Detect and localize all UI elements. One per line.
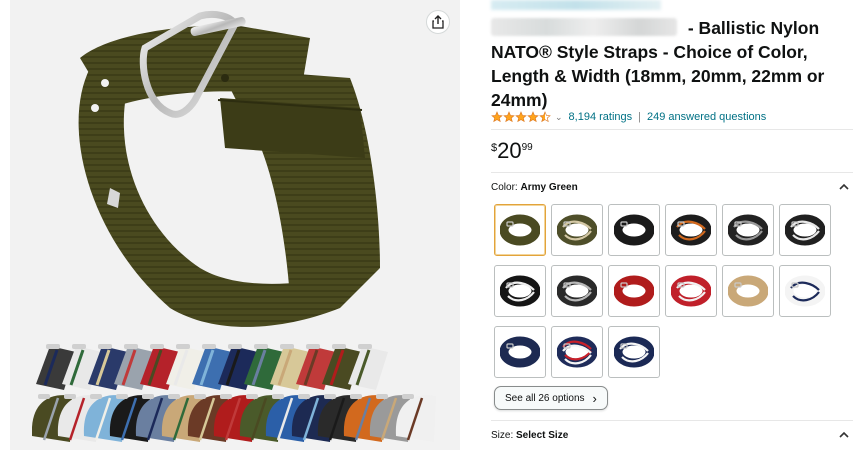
divider <box>491 420 853 421</box>
strap-thumbnail <box>500 275 540 307</box>
strap-thumbnail <box>557 336 597 368</box>
star-icon <box>491 111 503 123</box>
strap-thumbnail <box>671 275 711 307</box>
selected-color: Army Green <box>520 182 578 193</box>
color-swatch[interactable] <box>551 326 603 378</box>
strap-thumbnail <box>785 214 825 246</box>
brand-link-blurred[interactable] <box>491 0 661 10</box>
color-swatch[interactable] <box>494 326 546 378</box>
price-fraction: 99 <box>521 142 533 153</box>
see-all-label: See all 26 options <box>505 392 585 404</box>
color-swatch[interactable] <box>722 204 774 256</box>
chevron-right-icon: › <box>592 390 597 406</box>
share-button[interactable] <box>426 10 450 34</box>
ratings-row: ⌄ 8,194 ratings | 249 answered questions <box>491 111 851 123</box>
star-icon <box>515 111 527 123</box>
strap-thumbnail <box>728 214 768 246</box>
strap-thumbnail <box>614 275 654 307</box>
color-swatch[interactable] <box>608 326 660 378</box>
color-swatch[interactable] <box>722 265 774 317</box>
color-selector-header[interactable]: Color: Army Green <box>491 182 853 193</box>
star-rating[interactable] <box>491 111 551 123</box>
color-swatch[interactable] <box>779 265 831 317</box>
price: $ 20 99 <box>491 138 533 164</box>
size-value: Select Size <box>516 430 569 441</box>
product-title: - Ballistic Nylon NATO® Style Straps - C… <box>491 16 841 112</box>
color-swatch[interactable] <box>494 204 546 256</box>
strap-thumbnail <box>500 336 540 368</box>
chevron-up-icon[interactable] <box>839 181 849 193</box>
star-icon <box>503 111 515 123</box>
strap-thumbnail <box>728 275 768 307</box>
chevron-up-icon[interactable] <box>839 429 849 441</box>
chevron-down-icon[interactable]: ⌄ <box>555 112 563 123</box>
main-product-image <box>78 10 380 327</box>
strap-thumbnail <box>557 275 597 307</box>
price-whole: 20 <box>497 138 522 163</box>
product-image-panel[interactable] <box>10 0 460 450</box>
divider <box>491 172 853 173</box>
color-swatch[interactable] <box>665 265 717 317</box>
color-swatch[interactable] <box>551 265 603 317</box>
title-brand-blurred <box>491 18 677 36</box>
color-collage-image <box>32 344 436 442</box>
color-swatch[interactable] <box>779 204 831 256</box>
strap-thumbnail <box>614 336 654 368</box>
strap-thumbnail <box>785 275 825 307</box>
star-icon <box>527 111 539 123</box>
color-swatch[interactable] <box>551 204 603 256</box>
strap-thumbnail <box>671 214 711 246</box>
color-label: Color: <box>491 182 518 193</box>
color-swatch[interactable] <box>608 204 660 256</box>
size-label: Size: <box>491 430 514 441</box>
strap-thumbnail <box>500 214 540 246</box>
color-swatch[interactable] <box>608 265 660 317</box>
share-icon <box>432 15 444 29</box>
separator: | <box>638 111 642 123</box>
strap-thumbnail <box>557 214 597 246</box>
strap-thumbnail <box>614 214 654 246</box>
color-swatch[interactable] <box>494 265 546 317</box>
answered-questions-link[interactable]: 249 answered questions <box>647 111 766 123</box>
see-all-options-button[interactable]: See all 26 options › <box>494 386 608 410</box>
star-icon <box>539 111 551 123</box>
divider <box>491 129 853 130</box>
ratings-count-link[interactable]: 8,194 ratings <box>569 111 633 123</box>
size-selector-header[interactable]: Size: Select Size <box>491 430 853 441</box>
color-swatch[interactable] <box>665 204 717 256</box>
